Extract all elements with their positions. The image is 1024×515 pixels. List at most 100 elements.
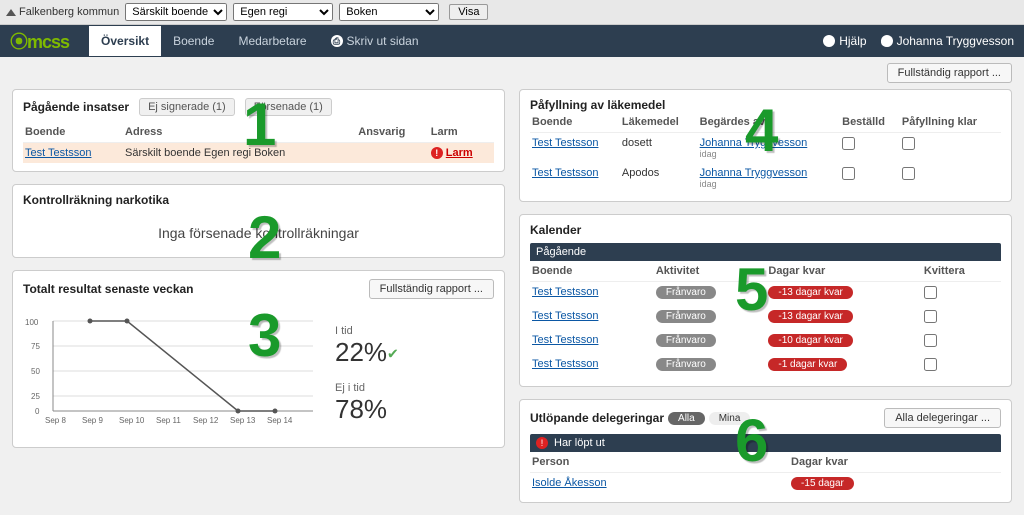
- svg-text:Sep 13: Sep 13: [230, 416, 256, 425]
- svg-text:0: 0: [35, 407, 40, 416]
- requested-by-link[interactable]: Johanna Tryggvesson: [700, 137, 808, 149]
- col-ansvarig: Ansvarig: [356, 122, 429, 143]
- activity-pill: Frånvaro: [656, 358, 716, 371]
- kvittera-checkbox[interactable]: [924, 358, 937, 371]
- stat-label-ejitid: Ej i tid: [335, 382, 494, 394]
- bestalld-checkbox[interactable]: [842, 137, 855, 150]
- kvittera-checkbox[interactable]: [924, 310, 937, 323]
- full-report-button[interactable]: Fullständig rapport ...: [369, 279, 494, 299]
- boende-link[interactable]: Test Testsson: [532, 310, 598, 322]
- print-icon: ⎙: [331, 35, 343, 47]
- larm-link[interactable]: !Larm: [431, 147, 492, 159]
- result-chart: 100 75 50 25 0 Sep 8 Sep 9 Sep 10 Sep 11…: [23, 311, 323, 431]
- filter-forsenade[interactable]: Försenade (1): [245, 98, 332, 116]
- table-row: Isolde Åkesson -15 dagar: [530, 473, 1001, 495]
- panel-title: Pågående insatser: [23, 100, 129, 114]
- tab-medarbetare[interactable]: Medarbetare: [226, 26, 318, 56]
- alla-delegeringar-button[interactable]: Alla delegeringar ...: [884, 408, 1001, 428]
- filter-select-2[interactable]: Egen regi: [233, 3, 333, 21]
- tab-boende[interactable]: Boende: [161, 26, 226, 56]
- filter-ej-signerade[interactable]: Ej signerade (1): [139, 98, 235, 116]
- col-dagar: Dagar kvar: [766, 261, 922, 282]
- section-header-pagaende: Pågående: [530, 243, 1001, 261]
- pafyllning-checkbox[interactable]: [902, 167, 915, 180]
- panel-kalender: 5 Kalender Pågående Boende Aktivitet Dag…: [519, 214, 1012, 387]
- tab-oversikt[interactable]: Översikt: [89, 26, 161, 56]
- days-left-pill: -13 dagar kvar: [768, 286, 852, 299]
- days-left-pill: -1 dagar kvar: [768, 358, 847, 371]
- tab-mina[interactable]: Mina: [709, 412, 751, 425]
- filter-select-1[interactable]: Särskilt boende: [125, 3, 227, 21]
- filter-select-3[interactable]: Boken: [339, 3, 439, 21]
- bestalld-checkbox[interactable]: [842, 167, 855, 180]
- days-left-pill: -13 dagar kvar: [768, 310, 852, 323]
- panel-title: Kalender: [530, 223, 1001, 237]
- pafyllning-checkbox[interactable]: [902, 137, 915, 150]
- col-boende: Boende: [23, 122, 123, 143]
- boende-link[interactable]: Test Testsson: [532, 358, 598, 370]
- col-adress: Adress: [123, 122, 356, 143]
- days-left-pill: -15 dagar: [791, 477, 854, 490]
- panel-title: Kontrollräkning narkotika: [23, 193, 494, 207]
- table-row: Test Testsson Frånvaro -10 dagar kvar: [530, 330, 1001, 354]
- panel-kontrollrakning: 2 Kontrollräkning narkotika Inga försena…: [12, 184, 505, 258]
- svg-text:75: 75: [31, 342, 40, 351]
- svg-text:Sep 11: Sep 11: [156, 416, 181, 425]
- cell-med: Apodos: [620, 163, 698, 193]
- help-icon: ?: [823, 35, 835, 47]
- section-header-expired: !Har löpt ut: [530, 434, 1001, 452]
- main-nav: ⦿mcss Översikt Boende Medarbetare ⎙Skriv…: [0, 25, 1024, 57]
- col-larm: Larm: [429, 122, 494, 143]
- svg-text:Sep 12: Sep 12: [193, 416, 219, 425]
- table-row: Test Testsson Apodos Johanna Tryggvesson…: [530, 163, 1001, 193]
- table-row: Test Testsson Frånvaro -13 dagar kvar: [530, 306, 1001, 330]
- col-boende: Boende: [530, 112, 620, 133]
- user-menu[interactable]: ◉Johanna Tryggvesson: [881, 34, 1014, 48]
- cell-med: dosett: [620, 133, 698, 164]
- panel-title: Påfyllning av läkemedel: [530, 98, 1001, 112]
- stat-label-itid: I tid: [335, 325, 494, 337]
- col-aktivitet: Aktivitet: [654, 261, 767, 282]
- activity-pill: Frånvaro: [656, 286, 716, 299]
- table-row: Test Testsson Särskilt boende Egen regi …: [23, 143, 494, 164]
- tab-alla[interactable]: Alla: [668, 412, 705, 425]
- panel-title: Utlöpande delegeringar: [530, 411, 664, 425]
- boende-link[interactable]: Test Testsson: [532, 167, 598, 179]
- stat-value-itid: 22%✔: [335, 337, 494, 368]
- tab-skriv-ut[interactable]: ⎙Skriv ut sidan: [319, 26, 431, 56]
- svg-text:Sep 9: Sep 9: [82, 416, 103, 425]
- svg-text:100: 100: [25, 318, 39, 327]
- kvittera-checkbox[interactable]: [924, 334, 937, 347]
- table-row: Test Testsson Frånvaro -1 dagar kvar: [530, 354, 1001, 378]
- boende-link[interactable]: Test Testsson: [25, 147, 91, 159]
- boende-link[interactable]: Test Testsson: [532, 286, 598, 298]
- col-person: Person: [530, 452, 789, 473]
- empty-message: Inga försenade kontrollräkningar: [23, 207, 494, 249]
- panel-pagaende-insatser: 1 Pågående insatser Ej signerade (1) För…: [12, 89, 505, 172]
- help-link[interactable]: ?Hjälp: [823, 34, 866, 48]
- kvittera-checkbox[interactable]: [924, 286, 937, 299]
- alarm-icon: !: [431, 147, 443, 159]
- breadcrumb: Falkenberg kommun: [6, 6, 119, 18]
- panel-title: Totalt resultat senaste veckan: [23, 282, 194, 296]
- home-icon: [6, 9, 16, 16]
- activity-pill: Frånvaro: [656, 310, 716, 323]
- person-link[interactable]: Isolde Åkesson: [532, 477, 607, 489]
- svg-text:50: 50: [31, 367, 40, 376]
- requested-by-link[interactable]: Johanna Tryggvesson: [700, 167, 808, 179]
- boende-link[interactable]: Test Testsson: [532, 334, 598, 346]
- panel-delegeringar: 6 Utlöpande delegeringar Alla Mina Alla …: [519, 399, 1012, 503]
- boende-link[interactable]: Test Testsson: [532, 137, 598, 149]
- panel-pafyllning: 4 Påfyllning av läkemedel Boende Läkemed…: [519, 89, 1012, 202]
- activity-pill: Frånvaro: [656, 334, 716, 347]
- visa-button[interactable]: Visa: [449, 4, 488, 20]
- days-left-pill: -10 dagar kvar: [768, 334, 852, 347]
- stat-value-ejitid: 78%: [335, 394, 494, 425]
- filter-bar: Falkenberg kommun Särskilt boende Egen r…: [0, 0, 1024, 25]
- col-kvittera: Kvittera: [922, 261, 1001, 282]
- col-dagar: Dagar kvar: [789, 452, 1001, 473]
- full-report-button-top[interactable]: Fullständig rapport ...: [887, 63, 1012, 83]
- check-icon: ✔: [387, 346, 399, 362]
- svg-text:Sep 14: Sep 14: [267, 416, 293, 425]
- table-row: Test Testsson dosett Johanna Tryggvesson…: [530, 133, 1001, 164]
